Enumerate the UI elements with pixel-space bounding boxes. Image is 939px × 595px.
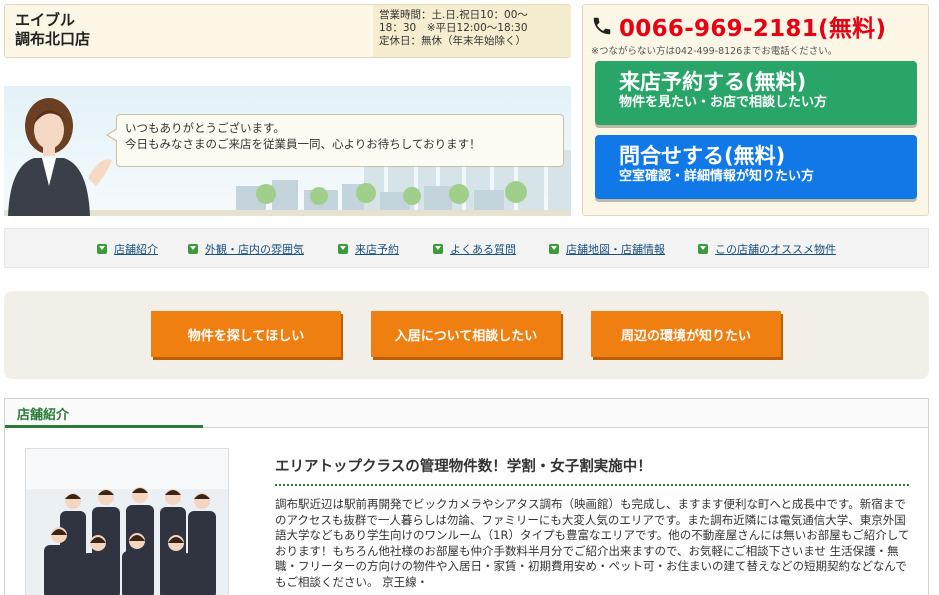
- nav-reservation[interactable]: 来店予約: [338, 241, 399, 257]
- speech-tail-inner: [108, 129, 118, 141]
- nav-label: 店舗紹介: [114, 243, 158, 256]
- chevron-down-icon: [188, 244, 198, 254]
- staff-woman-illustration: [8, 98, 112, 216]
- nav-atmosphere[interactable]: 外観・店内の雰囲気: [188, 241, 304, 257]
- closed-days: 定休日：無休（年末年始除く）: [379, 35, 526, 47]
- greeting-line-2: 今日もみなさまのご来店を従業員一同、心よりお待ちしております！: [125, 137, 481, 151]
- contact-panel: 0066-969-2181(無料) ※つながらない方は042-499-8126ま…: [582, 4, 929, 216]
- phone-row[interactable]: 0066-969-2181(無料): [591, 9, 886, 43]
- nav-store-intro[interactable]: 店舗紹介: [97, 241, 158, 257]
- chevron-down-icon: [433, 244, 443, 254]
- chevron-down-icon: [698, 244, 708, 254]
- section-title: 店舗紹介: [17, 408, 70, 423]
- consultation-buttons: 物件を探してほしい 入居について相談したい 周辺の環境が知りたい: [4, 291, 929, 379]
- chevron-down-icon: [549, 244, 559, 254]
- greeting-line-1: いつもありがとうございます。: [125, 121, 285, 135]
- store-nav: 店舗紹介 外観・店内の雰囲気 来店予約 よくある質問 店舗地図・店舗情報 この店…: [4, 228, 929, 268]
- inquiry-button[interactable]: 問合せする(無料) 空室確認・詳細情報が知りたい方: [595, 135, 917, 199]
- nav-label: この店舗のオススメ物件: [715, 243, 836, 256]
- greeting-bubble: いつもありがとうございます。 今日もみなさまのご来店を従業員一同、心よりお待ちし…: [116, 114, 564, 167]
- shop-branch: 調布北口店: [15, 30, 91, 48]
- staff-photo: [25, 448, 229, 595]
- chevron-down-icon: [338, 244, 348, 254]
- nav-map[interactable]: 店舗地図・店舗情報: [549, 241, 665, 257]
- phone-note: ※つながらない方は042-499-8126までお電話ください。: [591, 46, 838, 57]
- move-in-consult-button[interactable]: 入居について相談したい: [371, 311, 561, 357]
- nav-faq[interactable]: よくある質問: [433, 241, 516, 257]
- nav-label: 外観・店内の雰囲気: [205, 243, 304, 256]
- hero-banner: いつもありがとうございます。 今日もみなさまのご来店を従業員一同、心よりお待ちし…: [4, 86, 571, 216]
- store-intro-body: エリアトップクラスの管理物件数！学割・女子割実施中！ 調布駅近辺は駅前再開発でビ…: [4, 427, 929, 595]
- visit-reservation-button[interactable]: 来店予約する(無料) 物件を見たい・お店で相談したい方: [595, 61, 917, 125]
- visit-reservation-label: 来店予約する(無料): [619, 70, 807, 94]
- visit-reservation-sub: 物件を見たい・お店で相談したい方: [619, 95, 828, 110]
- phone-number[interactable]: 0066-969-2181(無料): [619, 9, 886, 43]
- nav-label: 店舗地図・店舗情報: [566, 243, 665, 256]
- inquiry-sub: 空室確認・詳細情報が知りたい方: [619, 169, 815, 184]
- chevron-down-icon: [97, 244, 107, 254]
- shop-hours: 営業時間：土.日.祝日10：00～ 18：30 ※平日12:00～18:30 定…: [373, 5, 571, 57]
- find-property-button[interactable]: 物件を探してほしい: [151, 311, 341, 357]
- phone-icon: [593, 17, 611, 35]
- store-intro-header: 店舗紹介: [4, 398, 929, 428]
- inquiry-label: 問合せする(無料): [619, 144, 786, 168]
- intro-heading: エリアトップクラスの管理物件数！学割・女子割実施中！: [275, 455, 909, 486]
- nav-recommended[interactable]: この店舗のオススメ物件: [698, 241, 836, 257]
- intro-text: 調布駅近辺は駅前再開発でビックカメラやシアタス調布（映画館）も完成し、ますます便…: [275, 497, 910, 589]
- shop-name: エイブル 調布北口店: [15, 11, 90, 49]
- shop-brand: エイブル: [15, 11, 76, 29]
- neighborhood-button[interactable]: 周辺の環境が知りたい: [591, 311, 781, 357]
- nav-label: よくある質問: [450, 243, 516, 256]
- nav-label: 来店予約: [355, 243, 399, 256]
- shop-header: エイブル 調布北口店 営業時間：土.日.祝日10：00～ 18：30 ※平日12…: [4, 4, 571, 58]
- hours-line-1: 営業時間：土.日.祝日10：00～: [379, 9, 528, 21]
- hours-line-2: 18：30 ※平日12:00～18:30: [379, 22, 528, 34]
